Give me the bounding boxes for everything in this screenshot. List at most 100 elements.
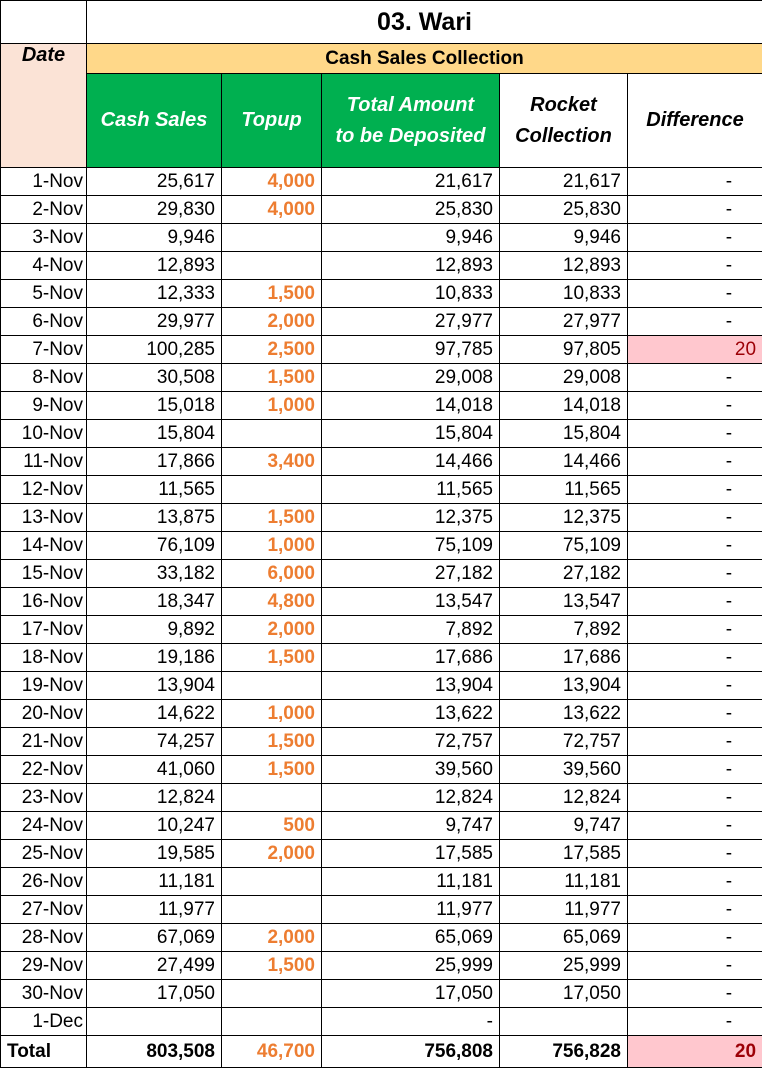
- total-amount-cell[interactable]: 12,893: [321, 251, 500, 280]
- difference-cell[interactable]: -: [626, 783, 762, 812]
- date-cell[interactable]: 25-Nov: [0, 839, 87, 868]
- date-cell[interactable]: 20-Nov: [0, 699, 87, 728]
- date-cell[interactable]: 15-Nov: [0, 559, 87, 588]
- topup-cell[interactable]: 4,800: [221, 587, 322, 616]
- total-amount-cell[interactable]: 25,999: [321, 951, 500, 980]
- topup-header[interactable]: Topup: [221, 73, 322, 168]
- difference-cell[interactable]: -: [626, 727, 762, 756]
- topup-cell[interactable]: 2,000: [221, 307, 322, 336]
- total-amount-cell[interactable]: 13,904: [321, 671, 500, 700]
- total-amount-cell[interactable]: 13,622: [321, 699, 500, 728]
- cash-sales-cell[interactable]: 11,977: [86, 895, 222, 924]
- date-cell[interactable]: 11-Nov: [0, 447, 87, 476]
- date-cell[interactable]: 7-Nov: [0, 335, 87, 364]
- rocket-collection-header[interactable]: Rocket Collection: [499, 73, 628, 168]
- total-amount-cell[interactable]: 9,946: [321, 223, 500, 252]
- rocket-collection-cell[interactable]: 13,547: [499, 587, 628, 616]
- cash-sales-cell[interactable]: 12,333: [86, 279, 222, 308]
- total-topup-cell[interactable]: 46,700: [221, 1035, 322, 1068]
- cash-sales-header[interactable]: Cash Sales: [86, 73, 222, 168]
- cash-sales-cell[interactable]: 9,946: [86, 223, 222, 252]
- date-header[interactable]: Date: [0, 43, 87, 168]
- date-cell[interactable]: 9-Nov: [0, 391, 87, 420]
- difference-cell[interactable]: -: [626, 419, 762, 448]
- date-cell[interactable]: 16-Nov: [0, 587, 87, 616]
- difference-cell[interactable]: -: [626, 923, 762, 952]
- total-amount-cell[interactable]: 11,977: [321, 895, 500, 924]
- difference-cell[interactable]: -: [626, 867, 762, 896]
- cash-sales-cell[interactable]: 13,875: [86, 503, 222, 532]
- cash-sales-cell[interactable]: 17,050: [86, 979, 222, 1008]
- difference-cell[interactable]: -: [626, 979, 762, 1008]
- date-cell[interactable]: 1-Dec: [0, 1007, 87, 1036]
- topup-cell[interactable]: 2,000: [221, 923, 322, 952]
- rocket-collection-cell[interactable]: 11,565: [499, 475, 628, 504]
- cash-sales-cell[interactable]: 19,585: [86, 839, 222, 868]
- cash-sales-cell[interactable]: 74,257: [86, 727, 222, 756]
- cash-sales-cell[interactable]: [86, 1007, 222, 1036]
- cash-sales-cell[interactable]: 12,824: [86, 783, 222, 812]
- date-cell[interactable]: 1-Nov: [0, 167, 87, 196]
- total-amount-cell[interactable]: 39,560: [321, 755, 500, 784]
- topup-cell[interactable]: [221, 223, 322, 252]
- corner-cell[interactable]: [0, 0, 87, 44]
- rocket-collection-cell[interactable]: 14,018: [499, 391, 628, 420]
- cash-sales-cell[interactable]: 18,347: [86, 587, 222, 616]
- cash-sales-cell[interactable]: 15,018: [86, 391, 222, 420]
- total-amount-cell[interactable]: 21,617: [321, 167, 500, 196]
- date-cell[interactable]: 24-Nov: [0, 811, 87, 840]
- total-amount-cell[interactable]: 14,018: [321, 391, 500, 420]
- difference-cell[interactable]: -: [626, 195, 762, 224]
- cash-sales-cell[interactable]: 11,181: [86, 867, 222, 896]
- cash-sales-cell[interactable]: 15,804: [86, 419, 222, 448]
- difference-cell[interactable]: -: [626, 475, 762, 504]
- rocket-collection-cell[interactable]: 12,375: [499, 503, 628, 532]
- topup-cell[interactable]: 1,500: [221, 503, 322, 532]
- rocket-collection-cell[interactable]: [499, 1007, 628, 1036]
- date-cell[interactable]: 2-Nov: [0, 195, 87, 224]
- difference-cell[interactable]: -: [626, 447, 762, 476]
- cash-sales-cell[interactable]: 11,565: [86, 475, 222, 504]
- cash-sales-cell[interactable]: 29,830: [86, 195, 222, 224]
- total-amount-cell[interactable]: 11,181: [321, 867, 500, 896]
- total-amount-cell[interactable]: 14,466: [321, 447, 500, 476]
- date-cell[interactable]: 21-Nov: [0, 727, 87, 756]
- total-amount-cell[interactable]: 97,785: [321, 335, 500, 364]
- total-amount-cell[interactable]: -: [321, 1007, 500, 1036]
- topup-cell[interactable]: [221, 1007, 322, 1036]
- topup-cell[interactable]: [221, 475, 322, 504]
- rocket-collection-cell[interactable]: 7,892: [499, 615, 628, 644]
- total-rocket-cell[interactable]: 756,828: [499, 1035, 628, 1068]
- rocket-collection-cell[interactable]: 17,686: [499, 643, 628, 672]
- difference-cell[interactable]: -: [626, 811, 762, 840]
- topup-cell[interactable]: 6,000: [221, 559, 322, 588]
- topup-cell[interactable]: 2,000: [221, 615, 322, 644]
- cash-sales-cell[interactable]: 33,182: [86, 559, 222, 588]
- total-amount-cell[interactable]: 15,804: [321, 419, 500, 448]
- rocket-collection-cell[interactable]: 12,824: [499, 783, 628, 812]
- total-amount-cell[interactable]: 12,824: [321, 783, 500, 812]
- difference-cell[interactable]: -: [626, 391, 762, 420]
- difference-cell[interactable]: -: [626, 531, 762, 560]
- rocket-collection-cell[interactable]: 15,804: [499, 419, 628, 448]
- cash-sales-cell[interactable]: 17,866: [86, 447, 222, 476]
- total-amount-cell[interactable]: 12,375: [321, 503, 500, 532]
- topup-cell[interactable]: 1,500: [221, 279, 322, 308]
- topup-cell[interactable]: [221, 979, 322, 1008]
- rocket-collection-cell[interactable]: 29,008: [499, 363, 628, 392]
- date-cell[interactable]: 28-Nov: [0, 923, 87, 952]
- difference-header[interactable]: Difference: [626, 73, 762, 168]
- date-cell[interactable]: 23-Nov: [0, 783, 87, 812]
- cash-sales-cell[interactable]: 19,186: [86, 643, 222, 672]
- rocket-collection-cell[interactable]: 21,617: [499, 167, 628, 196]
- cash-sales-cell[interactable]: 13,904: [86, 671, 222, 700]
- rocket-collection-cell[interactable]: 13,904: [499, 671, 628, 700]
- date-cell[interactable]: 4-Nov: [0, 251, 87, 280]
- total-amount-cell[interactable]: 9,747: [321, 811, 500, 840]
- topup-cell[interactable]: 1,500: [221, 643, 322, 672]
- difference-cell[interactable]: -: [626, 503, 762, 532]
- rocket-collection-cell[interactable]: 27,977: [499, 307, 628, 336]
- topup-cell[interactable]: [221, 867, 322, 896]
- cash-sales-cell[interactable]: 67,069: [86, 923, 222, 952]
- total-amount-header[interactable]: Total Amount to be Deposited: [321, 73, 500, 168]
